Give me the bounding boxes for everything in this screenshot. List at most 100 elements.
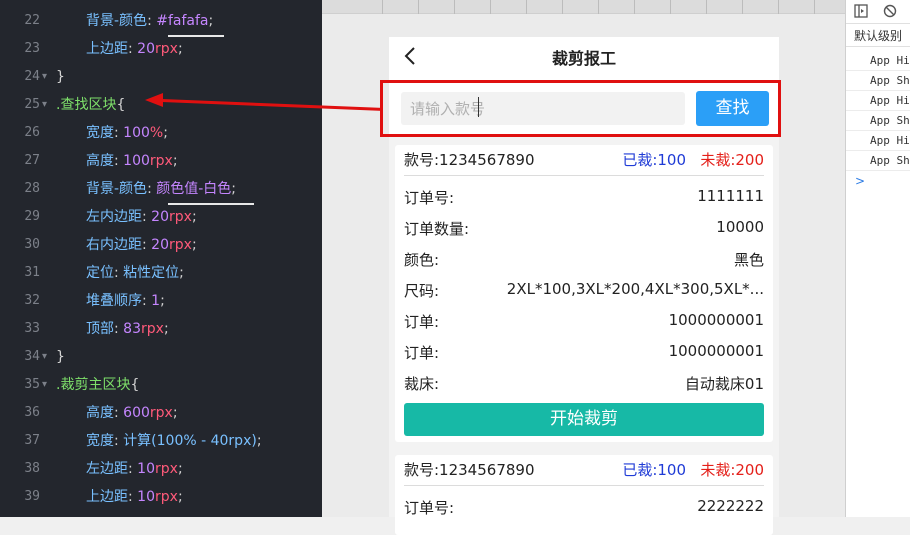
detail-row: 尺码: 2XL*100,3XL*200,4XL*300,5XL*... [404,275,764,306]
code-line[interactable]: 36 高度: 600rpx; [0,399,322,427]
console-log-row[interactable]: App Sh [846,111,910,131]
code-line[interactable]: 24 ▾} [0,63,322,91]
line-number: 33 [24,321,40,336]
line-number: 37 [24,433,40,448]
console-log-row[interactable]: App Hi [846,131,910,151]
code-text: 堆叠顺序: 1; [86,293,165,309]
line-number: 29 [24,209,40,224]
detail-value: 2222222 [697,497,764,515]
value-underline [168,35,224,37]
console-log-text: App Hi [870,54,910,67]
code-line[interactable]: 39 上边距: 10rpx; [0,483,322,511]
console-divider [846,46,910,47]
detail-value: 1000000001 [668,311,764,329]
line-number: 36 [24,405,40,420]
order-card[interactable]: 款号:1234567890 已裁:100 未裁:200 订单号: 2222222 [395,455,773,535]
code-line[interactable]: 31 定位: 粘性定位; [0,259,322,287]
console-log-text: App Sh [870,114,910,127]
detail-row: 裁床: 自动裁床01 [404,368,764,399]
code-text: 顶部: 83rpx; [86,321,169,337]
code-line[interactable]: 33 顶部: 83rpx; [0,315,322,343]
simulator-panel: 裁剪报工 款号:1234567890 已裁:100 未裁:200 订单号: 111111… [322,0,845,535]
code-line[interactable]: 32 堆叠顺序: 1; [0,287,322,315]
code-editor[interactable]: 22 背景-颜色: #fafafa; 23 上边距: 20rpx; 24 ▾} 25 ▾ .查找… [0,0,322,517]
start-cutting-button[interactable]: 开始裁剪 [404,403,764,436]
detail-label: 订单号: [404,189,455,207]
console-log-text: App Sh [870,74,910,87]
console-log-row[interactable]: App Hi [846,51,910,71]
annotation-highlight-box [380,80,781,137]
line-number: 34 [24,349,40,364]
fold-arrow-icon[interactable]: ▾ [42,63,47,91]
detail-value: 自动裁床01 [684,375,764,393]
detail-row: 订单: 1000000001 [404,337,764,368]
line-number: 35 [24,377,40,392]
code-text: 背景-颜色: 颜色值-白色; [86,181,237,197]
detail-value: 2XL*100,3XL*200,4XL*300,5XL*... [506,280,764,298]
fold-arrow-icon[interactable]: ▾ [42,343,47,371]
clear-console-icon[interactable] [883,4,897,18]
cut-todo-count: 未裁:200 [700,151,764,169]
console-log-row[interactable]: App Sh [846,71,910,91]
detail-label: 订单: [404,344,440,362]
detail-row: 订单号: 1111111 [404,182,764,213]
console-log-text: App Hi [870,134,910,147]
code-line[interactable]: 29 左内边距: 20rpx; [0,203,322,231]
fold-arrow-icon[interactable]: ▾ [42,91,47,119]
detail-row: 订单: 1000000001 [404,306,764,337]
detail-label: 裁床: [404,375,440,393]
code-line[interactable]: 37 宽度: 计算(100% - 40rpx); [0,427,322,455]
detail-label: 订单号: [404,499,455,517]
code-text: 定位: 粘性定位; [86,265,184,281]
cut-done-count: 已裁:100 [622,461,686,479]
code-text: .裁剪主区块{ [56,377,140,393]
code-line[interactable]: 34 ▾} [0,343,322,371]
detail-value: 1000000001 [668,342,764,360]
console-log-text: App Hi [870,94,910,107]
code-text: 上边距: 10rpx; [86,489,183,505]
line-number: 25 [24,97,40,112]
fold-arrow-icon[interactable]: ▾ [42,371,47,399]
line-number: 23 [24,41,40,56]
code-line[interactable]: 35 ▾ .裁剪主区块{ [0,371,322,399]
code-line[interactable]: 22 背景-颜色: #fafafa; [0,7,322,35]
code-text: 宽度: 100%; [86,125,168,141]
code-line[interactable]: 27 高度: 100rpx; [0,147,322,175]
code-text: 高度: 600rpx; [86,405,178,421]
console-log-row[interactable]: App Hi [846,91,910,111]
log-level-select[interactable]: 默认级别 [854,27,902,44]
code-text: 宽度: 计算(100% - 40rpx); [86,433,262,449]
cut-todo-count: 未裁:200 [700,461,764,479]
annotation-arrow-head [145,93,163,107]
simulator-tab-strip [322,0,845,14]
detail-value: 1111111 [697,187,764,205]
code-text: 背景-颜色: #fafafa; [86,13,214,29]
devtools-console: 默认级别 App Hi App Sh App Hi App Sh App Hi App S… [845,0,910,517]
code-line[interactable]: 38 左边距: 10rpx; [0,455,322,483]
code-line[interactable]: 30 右内边距: 20rpx; [0,231,322,259]
detail-value: 10000 [716,218,764,236]
code-text: } [56,349,65,365]
line-number: 38 [24,461,40,476]
code-text: 左边距: 10rpx; [86,461,183,477]
detail-row: 订单数量: 10000 [404,213,764,244]
code-line[interactable]: 23 上边距: 20rpx; [0,35,322,63]
line-number: 28 [24,181,40,196]
detail-value: 黑色 [733,251,764,269]
code-text: 左内边距: 20rpx; [86,209,197,225]
line-number: 26 [24,125,40,140]
sidebar-toggle-icon[interactable] [854,4,868,18]
nav-bar: 裁剪报工 [389,37,779,77]
code-text: 高度: 100rpx; [86,153,178,169]
card-header: 款号:1234567890 已裁:100 未裁:200 [404,145,764,176]
console-prompt[interactable]: > [855,174,865,188]
detail-row: 订单号: 2222222 [404,492,764,523]
style-number: 款号:1234567890 [404,461,535,479]
code-line[interactable]: 26 宽度: 100%; [0,119,322,147]
code-line[interactable]: 28 背景-颜色: 颜色值-白色; [0,175,322,203]
detail-label: 订单数量: [404,220,470,238]
order-card[interactable]: 款号:1234567890 已裁:100 未裁:200 订单号: 1111111 订单数量… [395,145,773,442]
line-number: 24 [24,69,40,84]
console-log-row[interactable]: App Sh [846,151,910,171]
line-number: 30 [24,237,40,252]
